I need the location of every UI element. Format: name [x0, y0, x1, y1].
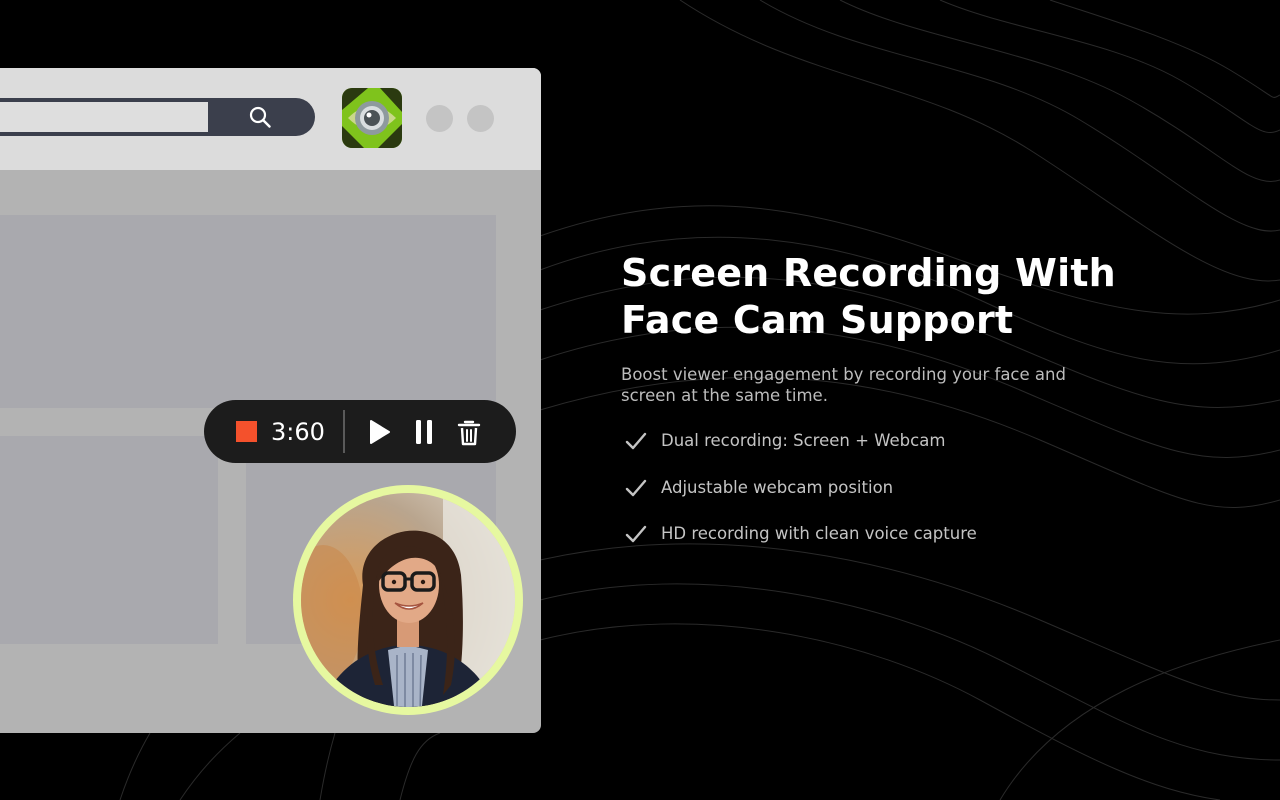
recording-timer: 3:60 [271, 418, 325, 446]
app-icon[interactable] [342, 88, 402, 148]
window-control-dot[interactable] [426, 105, 453, 132]
feature-text: HD recording with clean voice capture [661, 524, 977, 543]
trash-icon[interactable] [454, 417, 484, 447]
headline-line-2: Face Cam Support [621, 298, 1014, 342]
address-bar[interactable] [0, 98, 315, 136]
feature-text: Dual recording: Screen + Webcam [661, 431, 946, 450]
search-button[interactable] [228, 104, 292, 130]
address-input[interactable] [0, 102, 208, 132]
webcam-preview[interactable] [293, 485, 523, 715]
stop-square-icon[interactable] [236, 421, 257, 442]
pause-icon[interactable] [409, 417, 439, 447]
check-icon [625, 432, 647, 450]
subtitle: Boost viewer engagement by recording you… [621, 365, 1066, 405]
controls-divider [343, 410, 345, 453]
headline-line-1: Screen Recording With [621, 251, 1116, 295]
content-placeholder-top [0, 215, 496, 408]
window-control-dot[interactable] [467, 105, 494, 132]
search-icon [249, 106, 271, 128]
check-icon [625, 479, 647, 496]
browser-toolbar [0, 68, 541, 170]
webcam-person-photo [301, 493, 515, 707]
content-placeholder-left [0, 436, 218, 644]
play-icon[interactable] [364, 417, 394, 447]
check-icon [625, 525, 647, 543]
camera-lens-icon [342, 88, 402, 148]
feature-text: Adjustable webcam position [661, 477, 894, 497]
headline: Screen Recording With Face Cam Support [621, 250, 1181, 344]
recording-controls: 3:60 [204, 400, 516, 463]
